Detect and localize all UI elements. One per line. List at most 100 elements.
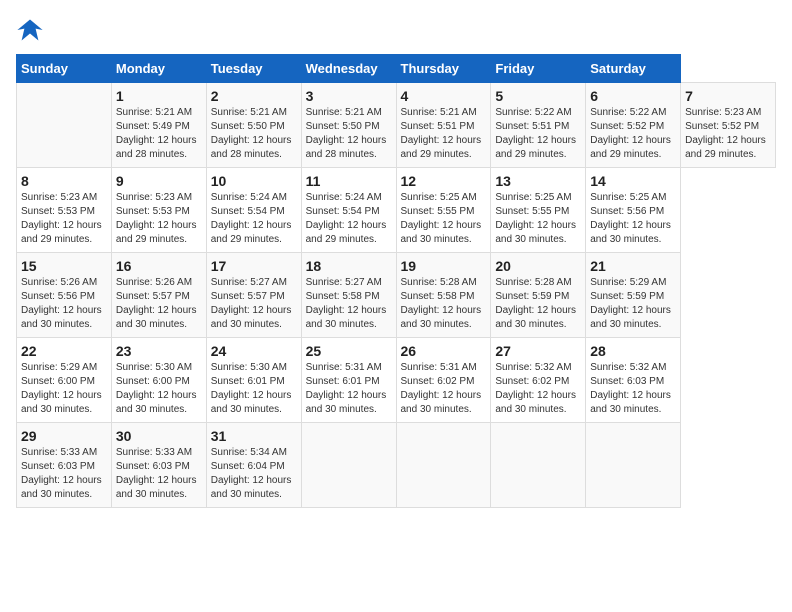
day-cell-30: 30 Sunrise: 5:33 AM Sunset: 6:03 PM Dayli…	[111, 423, 206, 508]
header-day-monday: Monday	[111, 55, 206, 83]
empty-cell	[396, 423, 491, 508]
day-content: Sunrise: 5:24 AM Sunset: 5:54 PM Dayligh…	[306, 191, 392, 247]
day-number: 20	[495, 258, 581, 274]
day-cell-21: 21 Sunrise: 5:29 AM Sunset: 5:59 PM Dayli…	[586, 253, 681, 338]
day-cell-31: 31 Sunrise: 5:34 AM Sunset: 6:04 PM Dayli…	[206, 423, 301, 508]
day-number: 16	[116, 258, 202, 274]
day-cell-4: 4 Sunrise: 5:21 AM Sunset: 5:51 PM Daylig…	[396, 83, 491, 168]
day-content: Sunrise: 5:32 AM Sunset: 6:03 PM Dayligh…	[590, 361, 676, 417]
header-day-saturday: Saturday	[586, 55, 681, 83]
day-cell-19: 19Sunrise: 5:28 AM Sunset: 5:58 PM Dayli…	[396, 253, 491, 338]
day-number: 31	[211, 428, 297, 444]
day-cell-7: 7Sunrise: 5:23 AM Sunset: 5:52 PM Daylig…	[681, 83, 776, 168]
empty-cell	[586, 423, 681, 508]
day-number: 13	[495, 173, 581, 189]
day-number: 14	[590, 173, 676, 189]
day-number: 9	[116, 173, 202, 189]
day-cell-26: 26Sunrise: 5:31 AM Sunset: 6:02 PM Dayli…	[396, 338, 491, 423]
day-content: Sunrise: 5:23 AM Sunset: 5:53 PM Dayligh…	[21, 191, 107, 247]
week-row-2: 8 Sunrise: 5:23 AM Sunset: 5:53 PM Daylig…	[17, 168, 776, 253]
day-number: 23	[116, 343, 202, 359]
empty-cell	[301, 423, 396, 508]
day-cell-3: 3 Sunrise: 5:21 AM Sunset: 5:50 PM Daylig…	[301, 83, 396, 168]
day-number: 11	[306, 173, 392, 189]
day-content: Sunrise: 5:25 AM Sunset: 5:56 PM Dayligh…	[590, 191, 676, 247]
day-content: Sunrise: 5:32 AM Sunset: 6:02 PM Dayligh…	[495, 361, 581, 417]
day-cell-17: 17Sunrise: 5:27 AM Sunset: 5:57 PM Dayli…	[206, 253, 301, 338]
week-row-5: 29Sunrise: 5:33 AM Sunset: 6:03 PM Dayli…	[17, 423, 776, 508]
day-cell-23: 23 Sunrise: 5:30 AM Sunset: 6:00 PM Dayli…	[111, 338, 206, 423]
day-content: Sunrise: 5:30 AM Sunset: 6:01 PM Dayligh…	[211, 361, 297, 417]
day-content: Sunrise: 5:29 AM Sunset: 6:00 PM Dayligh…	[21, 361, 107, 417]
day-number: 22	[21, 343, 107, 359]
day-content: Sunrise: 5:34 AM Sunset: 6:04 PM Dayligh…	[211, 446, 297, 502]
day-content: Sunrise: 5:33 AM Sunset: 6:03 PM Dayligh…	[21, 446, 107, 502]
day-cell-29: 29Sunrise: 5:33 AM Sunset: 6:03 PM Dayli…	[17, 423, 112, 508]
day-number: 21	[590, 258, 676, 274]
day-number: 4	[401, 88, 487, 104]
day-number: 6	[590, 88, 676, 104]
logo-icon	[16, 16, 44, 44]
header-day-sunday: Sunday	[17, 55, 112, 83]
week-row-4: 22 Sunrise: 5:29 AM Sunset: 6:00 PM Dayli…	[17, 338, 776, 423]
day-cell-22: 22 Sunrise: 5:29 AM Sunset: 6:00 PM Dayli…	[17, 338, 112, 423]
day-cell-27: 27 Sunrise: 5:32 AM Sunset: 6:02 PM Dayli…	[491, 338, 586, 423]
day-cell-11: 11 Sunrise: 5:24 AM Sunset: 5:54 PM Dayli…	[301, 168, 396, 253]
day-number: 27	[495, 343, 581, 359]
day-cell-6: 6 Sunrise: 5:22 AM Sunset: 5:52 PM Daylig…	[586, 83, 681, 168]
day-content: Sunrise: 5:26 AM Sunset: 5:57 PM Dayligh…	[116, 276, 202, 332]
day-cell-18: 18Sunrise: 5:27 AM Sunset: 5:58 PM Dayli…	[301, 253, 396, 338]
day-number: 8	[21, 173, 107, 189]
day-content: Sunrise: 5:22 AM Sunset: 5:52 PM Dayligh…	[590, 106, 676, 162]
day-cell-25: 25Sunrise: 5:31 AM Sunset: 6:01 PM Dayli…	[301, 338, 396, 423]
day-content: Sunrise: 5:30 AM Sunset: 6:00 PM Dayligh…	[116, 361, 202, 417]
day-cell-1: 1 Sunrise: 5:21 AM Sunset: 5:49 PM Daylig…	[111, 83, 206, 168]
day-number: 1	[116, 88, 202, 104]
header-day-wednesday: Wednesday	[301, 55, 396, 83]
day-cell-16: 16 Sunrise: 5:26 AM Sunset: 5:57 PM Dayli…	[111, 253, 206, 338]
day-content: Sunrise: 5:21 AM Sunset: 5:51 PM Dayligh…	[401, 106, 487, 162]
day-number: 25	[306, 343, 392, 359]
logo	[16, 16, 48, 44]
day-content: Sunrise: 5:21 AM Sunset: 5:50 PM Dayligh…	[306, 106, 392, 162]
header-day-tuesday: Tuesday	[206, 55, 301, 83]
day-number: 17	[211, 258, 297, 274]
empty-cell	[491, 423, 586, 508]
day-content: Sunrise: 5:23 AM Sunset: 5:53 PM Dayligh…	[116, 191, 202, 247]
day-number: 19	[401, 258, 487, 274]
day-content: Sunrise: 5:25 AM Sunset: 5:55 PM Dayligh…	[401, 191, 487, 247]
day-number: 15	[21, 258, 107, 274]
day-content: Sunrise: 5:21 AM Sunset: 5:50 PM Dayligh…	[211, 106, 297, 162]
calendar-table: SundayMondayTuesdayWednesdayThursdayFrid…	[16, 54, 776, 508]
day-content: Sunrise: 5:24 AM Sunset: 5:54 PM Dayligh…	[211, 191, 297, 247]
day-content: Sunrise: 5:33 AM Sunset: 6:03 PM Dayligh…	[116, 446, 202, 502]
day-cell-9: 9 Sunrise: 5:23 AM Sunset: 5:53 PM Daylig…	[111, 168, 206, 253]
header-day-friday: Friday	[491, 55, 586, 83]
day-content: Sunrise: 5:21 AM Sunset: 5:49 PM Dayligh…	[116, 106, 202, 162]
day-cell-5: 5Sunrise: 5:22 AM Sunset: 5:51 PM Daylig…	[491, 83, 586, 168]
day-number: 24	[211, 343, 297, 359]
empty-cell	[17, 83, 112, 168]
day-number: 30	[116, 428, 202, 444]
day-cell-13: 13Sunrise: 5:25 AM Sunset: 5:55 PM Dayli…	[491, 168, 586, 253]
day-cell-8: 8 Sunrise: 5:23 AM Sunset: 5:53 PM Daylig…	[17, 168, 112, 253]
day-content: Sunrise: 5:27 AM Sunset: 5:58 PM Dayligh…	[306, 276, 392, 332]
day-cell-10: 10Sunrise: 5:24 AM Sunset: 5:54 PM Dayli…	[206, 168, 301, 253]
header-day-thursday: Thursday	[396, 55, 491, 83]
day-number: 2	[211, 88, 297, 104]
day-number: 26	[401, 343, 487, 359]
day-cell-28: 28Sunrise: 5:32 AM Sunset: 6:03 PM Dayli…	[586, 338, 681, 423]
day-content: Sunrise: 5:26 AM Sunset: 5:56 PM Dayligh…	[21, 276, 107, 332]
day-content: Sunrise: 5:29 AM Sunset: 5:59 PM Dayligh…	[590, 276, 676, 332]
day-content: Sunrise: 5:22 AM Sunset: 5:51 PM Dayligh…	[495, 106, 581, 162]
day-cell-20: 20Sunrise: 5:28 AM Sunset: 5:59 PM Dayli…	[491, 253, 586, 338]
day-number: 3	[306, 88, 392, 104]
header-row: SundayMondayTuesdayWednesdayThursdayFrid…	[17, 55, 776, 83]
week-row-1: 1 Sunrise: 5:21 AM Sunset: 5:49 PM Daylig…	[17, 83, 776, 168]
week-row-3: 15 Sunrise: 5:26 AM Sunset: 5:56 PM Dayli…	[17, 253, 776, 338]
day-cell-12: 12 Sunrise: 5:25 AM Sunset: 5:55 PM Dayli…	[396, 168, 491, 253]
day-number: 12	[401, 173, 487, 189]
day-cell-2: 2 Sunrise: 5:21 AM Sunset: 5:50 PM Daylig…	[206, 83, 301, 168]
day-cell-14: 14 Sunrise: 5:25 AM Sunset: 5:56 PM Dayli…	[586, 168, 681, 253]
day-cell-24: 24 Sunrise: 5:30 AM Sunset: 6:01 PM Dayli…	[206, 338, 301, 423]
